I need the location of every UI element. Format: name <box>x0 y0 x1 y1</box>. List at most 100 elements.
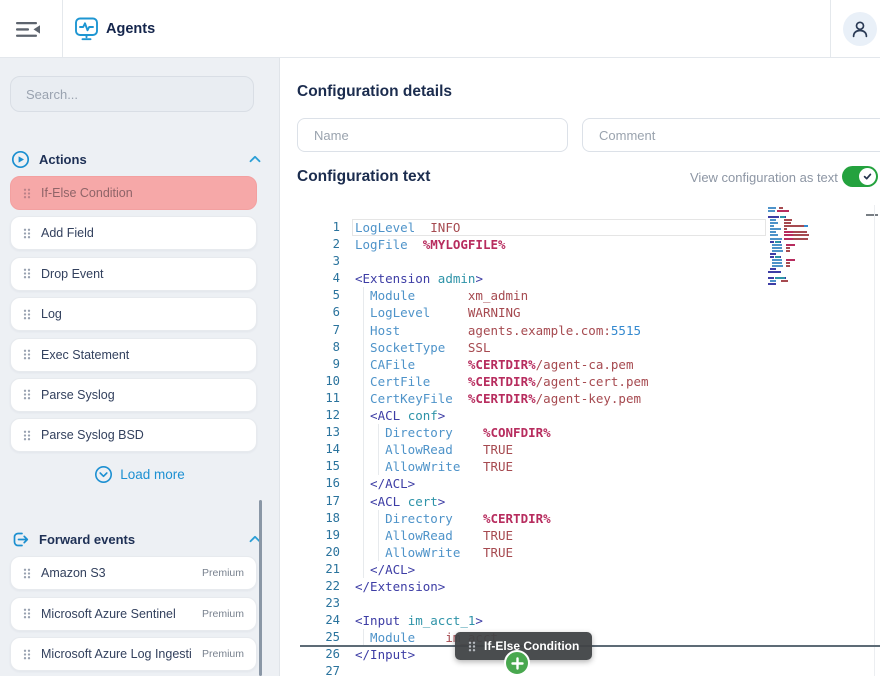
line-number: 27 <box>300 663 340 676</box>
code-line[interactable]: 13 Directory %CONFDIR% <box>300 424 880 441</box>
drag-handle-icon <box>23 567 31 580</box>
toggle-knob <box>859 168 876 185</box>
code-line[interactable]: 18 Directory %CERTDIR% <box>300 510 880 527</box>
code-text: LogLevel WARNING <box>355 304 521 321</box>
code-line[interactable]: 27 <box>300 663 880 676</box>
code-line[interactable]: 8 SocketType SSL <box>300 339 880 356</box>
minimap-line <box>780 241 781 243</box>
line-number: 22 <box>300 578 340 595</box>
comment-field[interactable] <box>582 118 880 152</box>
premium-badge: Premium <box>202 648 244 660</box>
minimap-line <box>768 207 776 209</box>
code-text: Directory %CONFDIR% <box>355 424 551 441</box>
minimap-line <box>768 277 774 279</box>
sidebar-item-microsoft-azure-sentinel[interactable]: Microsoft Azure SentinelPremium <box>10 597 257 631</box>
code-line[interactable]: 14 AllowRead TRUE <box>300 441 880 458</box>
code-line[interactable]: 10 CertFile %CERTDIR%/agent-cert.pem <box>300 373 880 390</box>
indent-guide <box>363 561 364 578</box>
configuration-code-editor[interactable]: 1LogLevel INFO2LogFile %MYLOGFILE%34<Ext… <box>300 205 880 676</box>
line-number: 21 <box>300 561 340 578</box>
load-more-label: Load more <box>120 467 185 482</box>
code-line[interactable]: 15 AllowWrite TRUE <box>300 458 880 475</box>
line-number: 7 <box>300 322 340 339</box>
sidebar-item-add-field[interactable]: Add Field <box>10 216 257 250</box>
minimap-line <box>786 262 790 264</box>
line-number: 17 <box>300 493 340 510</box>
sidebar-item-if-else-condition[interactable]: If-Else Condition <box>10 176 257 210</box>
search-input[interactable] <box>10 76 254 112</box>
sidebar-collapse-icon[interactable] <box>16 19 43 39</box>
drag-handle-icon <box>23 187 31 200</box>
sidebar-item-parse-syslog-bsd[interactable]: Parse Syslog BSD <box>10 418 257 452</box>
sidebar-item-microsoft-azure-log-ingestion[interactable]: Microsoft Azure Log IngestionPremium <box>10 637 257 671</box>
code-line[interactable]: 9 CAFile %CERTDIR%/agent-ca.pem <box>300 356 880 373</box>
indent-guide <box>363 356 364 373</box>
code-text: LogFile %MYLOGFILE% <box>355 236 506 253</box>
code-line[interactable]: 22</Extension> <box>300 578 880 595</box>
minimap-line <box>770 225 774 227</box>
minimap-line <box>786 250 790 252</box>
indent-guide <box>363 629 364 646</box>
configuration-details-title: Configuration details <box>297 83 452 101</box>
code-line[interactable]: 23 <box>300 595 880 612</box>
sidebar-item-log[interactable]: Log <box>10 297 257 331</box>
code-line[interactable]: 17 <ACL cert> <box>300 493 880 510</box>
indent-guide <box>363 441 364 458</box>
view-as-text-toggle[interactable] <box>842 166 878 187</box>
item-label: Exec Statement <box>41 348 244 362</box>
code-line[interactable]: 20 AllowWrite TRUE <box>300 544 880 561</box>
line-number: 23 <box>300 595 340 612</box>
minimap-line <box>770 234 778 236</box>
overview-ruler-cursor-mark <box>866 214 878 216</box>
minimap-line <box>785 277 786 279</box>
code-line[interactable]: 21 </ACL> <box>300 561 880 578</box>
code-text: Module xm_admin <box>355 287 528 304</box>
drag-handle-icon <box>23 308 31 321</box>
user-menu-button[interactable] <box>843 12 877 46</box>
line-number: 19 <box>300 527 340 544</box>
code-text: <ACL conf> <box>355 407 445 424</box>
minimap-line <box>775 277 784 279</box>
line-number: 5 <box>300 287 340 304</box>
sidebar-item-amazon-s3[interactable]: Amazon S3Premium <box>10 556 257 590</box>
minimap-line <box>768 216 779 218</box>
minimap-line <box>786 247 790 249</box>
code-line[interactable]: 11 CertKeyFile %CERTDIR%/agent-key.pem <box>300 390 880 407</box>
indent-guide <box>363 544 364 561</box>
code-line[interactable]: 19 AllowRead TRUE <box>300 527 880 544</box>
indent-guide <box>363 458 364 475</box>
drag-handle-icon <box>468 640 476 653</box>
line-number: 15 <box>300 458 340 475</box>
indent-guide <box>363 510 364 527</box>
play-circle-icon <box>11 150 30 169</box>
sidebar-item-parse-syslog[interactable]: Parse Syslog <box>10 378 257 412</box>
sidebar-item-drop-event[interactable]: Drop Event <box>10 257 257 291</box>
code-line[interactable]: 7 Host agents.example.com:5515 <box>300 322 880 339</box>
code-line[interactable]: 16 </ACL> <box>300 475 880 492</box>
sidebar-item-exec-statement[interactable]: Exec Statement <box>10 338 257 372</box>
section-header-forward-events[interactable]: Forward events <box>11 530 261 548</box>
actions-item-list: If-Else Condition Add Field Drop Event Log E… <box>0 176 279 452</box>
name-field[interactable] <box>297 118 568 152</box>
view-as-text-label: View configuration as text <box>690 170 838 185</box>
code-line[interactable]: 24<Input im_acct_1> <box>300 612 880 629</box>
minimap-line <box>772 247 781 249</box>
load-more-button[interactable]: Load more <box>0 465 279 484</box>
minimap-line <box>780 256 781 258</box>
minimap-line <box>770 280 776 282</box>
code-line[interactable]: 12 <ACL conf> <box>300 407 880 424</box>
code-line[interactable]: 6 LogLevel WARNING <box>300 304 880 321</box>
code-text: SocketType SSL <box>355 339 490 356</box>
line-number: 16 <box>300 475 340 492</box>
indent-guide <box>363 475 364 492</box>
minimap-line <box>770 241 774 243</box>
item-label: Microsoft Azure Sentinel <box>41 607 192 621</box>
indent-guide <box>363 527 364 544</box>
editor-minimap[interactable] <box>768 207 818 299</box>
minimap-line <box>781 280 788 282</box>
sidebar-scrollbar[interactable] <box>259 500 262 676</box>
minimap-line <box>784 219 792 221</box>
code-text: Directory %CERTDIR% <box>355 510 551 527</box>
section-header-actions[interactable]: Actions <box>11 150 261 168</box>
indent-guide <box>363 304 364 321</box>
